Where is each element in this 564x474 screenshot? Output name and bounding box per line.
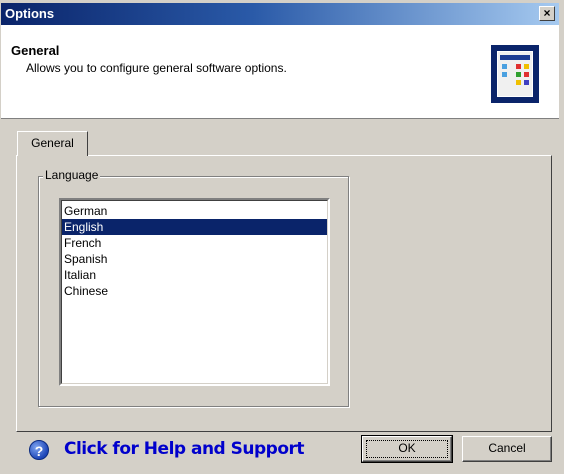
help-icon[interactable]: ? bbox=[29, 440, 49, 460]
ok-button[interactable]: OK bbox=[361, 435, 453, 463]
language-item-spanish[interactable]: Spanish bbox=[62, 251, 327, 267]
language-item-german[interactable]: German bbox=[62, 203, 327, 219]
page-description: Allows you to configure general software… bbox=[26, 61, 287, 75]
language-item-french[interactable]: French bbox=[62, 235, 327, 251]
close-button[interactable]: × bbox=[539, 6, 555, 21]
title-bar[interactable]: Options × bbox=[1, 3, 559, 25]
window-title: Options bbox=[5, 6, 55, 21]
tab-general[interactable]: General bbox=[17, 131, 88, 156]
page-title: General bbox=[11, 43, 60, 58]
language-item-italian[interactable]: Italian bbox=[62, 267, 327, 283]
cancel-button[interactable]: Cancel bbox=[462, 436, 552, 462]
options-dialog: Options × General Allows you to configur… bbox=[0, 0, 564, 474]
cancel-button-label: Cancel bbox=[488, 441, 526, 455]
language-listbox[interactable]: German English French Spanish Italian Ch… bbox=[59, 198, 330, 386]
language-item-english[interactable]: English bbox=[62, 219, 327, 235]
language-group-label: Language bbox=[43, 168, 101, 182]
language-item-chinese[interactable]: Chinese bbox=[62, 283, 327, 299]
options-window-icon bbox=[491, 45, 539, 103]
header-panel: General Allows you to configure general … bbox=[1, 25, 559, 119]
help-support-link[interactable]: Click for Help and Support bbox=[64, 439, 305, 459]
